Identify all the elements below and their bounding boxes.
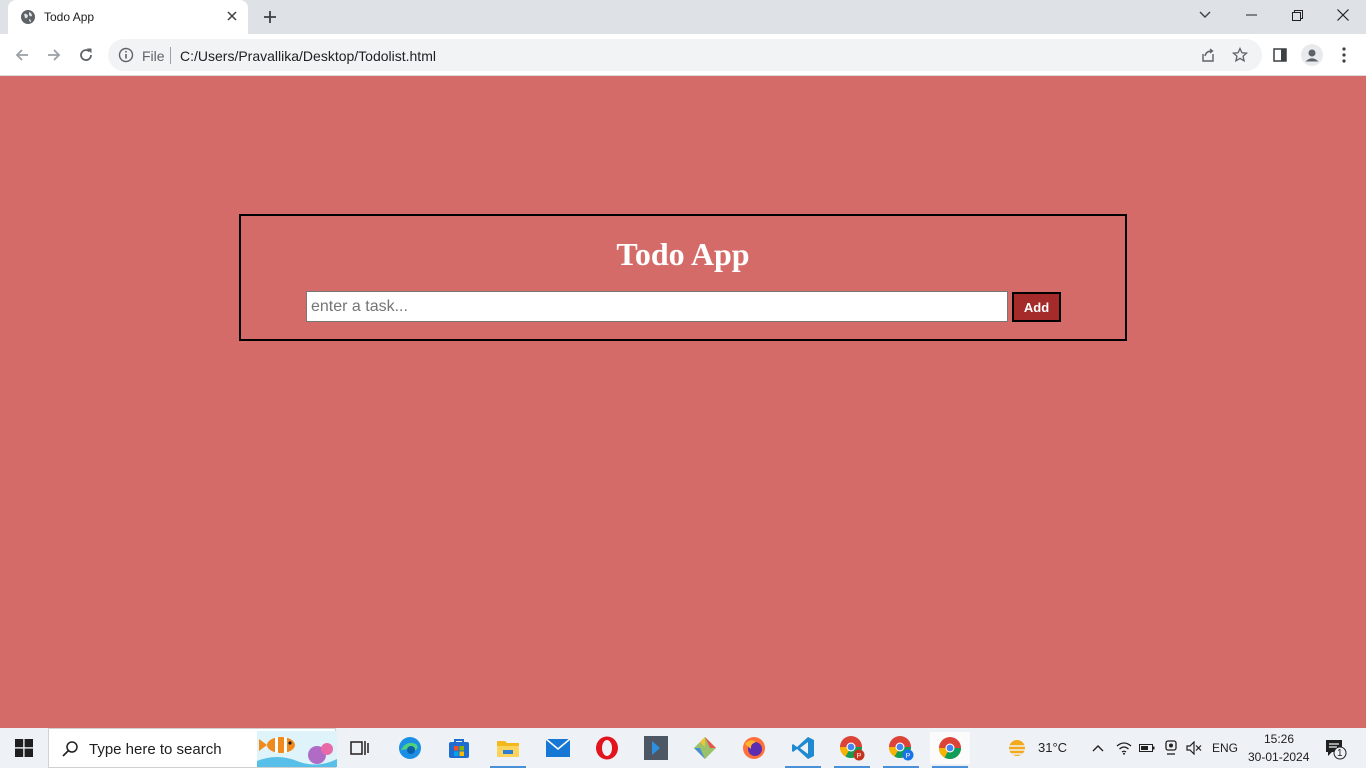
profile-avatar-icon[interactable] — [1300, 43, 1324, 67]
chevron-up-icon[interactable] — [1090, 740, 1106, 756]
tab-search-icon[interactable] — [1182, 0, 1228, 30]
browser-tab-bar: Todo App — [0, 0, 1366, 34]
clownfish-search-highlight-icon — [257, 731, 337, 767]
browser-tab[interactable]: Todo App — [8, 0, 248, 34]
bookmark-star-icon[interactable] — [1232, 47, 1248, 63]
task-view-icon[interactable] — [340, 732, 380, 764]
close-tab-icon[interactable] — [224, 8, 240, 24]
chrome-profile-p2-icon[interactable]: P — [881, 732, 921, 768]
scheme-label: File — [142, 48, 165, 64]
firefox-icon[interactable] — [734, 732, 774, 764]
page-title: Todo App — [616, 236, 750, 272]
file-explorer-icon[interactable] — [488, 732, 528, 768]
svg-text:P: P — [857, 753, 862, 760]
new-tab-icon[interactable] — [258, 5, 282, 29]
tab-title: Todo App — [44, 10, 95, 24]
app-icon[interactable] — [636, 732, 676, 764]
taskbar-search[interactable]: Type here to search — [48, 728, 337, 768]
forward-icon[interactable] — [40, 41, 68, 69]
menu-kebab-icon[interactable] — [1332, 43, 1356, 67]
restore-icon[interactable] — [1274, 0, 1320, 30]
address-bar[interactable]: File C:/Users/Pravallika/Desktop/Todolis… — [108, 39, 1262, 71]
search-placeholder: Type here to search — [89, 741, 222, 758]
clock-date[interactable]: 30-01-2024 — [1248, 750, 1309, 764]
search-icon — [62, 741, 78, 757]
share-icon[interactable] — [1200, 47, 1216, 63]
store-icon[interactable] — [439, 732, 479, 764]
weather-icon[interactable] — [1006, 738, 1028, 758]
opera-icon[interactable] — [587, 732, 627, 764]
wifi-icon[interactable] — [1116, 740, 1132, 756]
language-indicator[interactable]: ENG — [1212, 741, 1238, 755]
divider — [170, 47, 171, 64]
weather-temperature[interactable]: 31°C — [1038, 740, 1067, 755]
notification-count: 1 — [1337, 748, 1343, 759]
back-icon[interactable] — [8, 41, 36, 69]
windows-taskbar: Type here to search P P 31°C ENG 15:26 3… — [0, 728, 1366, 768]
vscode-icon[interactable] — [783, 732, 823, 768]
volume-muted-icon[interactable] — [1186, 740, 1202, 756]
svg-text:P: P — [906, 753, 911, 760]
side-panel-icon[interactable] — [1268, 43, 1292, 67]
info-icon[interactable] — [118, 47, 134, 63]
edge-icon[interactable] — [390, 732, 430, 764]
minimize-icon[interactable] — [1228, 0, 1274, 30]
mail-icon[interactable] — [538, 732, 578, 764]
todo-container: Todo App Add — [239, 214, 1127, 341]
close-window-icon[interactable] — [1320, 0, 1366, 30]
windows-start-icon[interactable] — [0, 728, 48, 768]
chrome-profile-p-icon[interactable]: P — [832, 732, 872, 768]
globe-icon — [21, 10, 35, 24]
meet-now-icon[interactable] — [1163, 740, 1179, 756]
chrome-icon[interactable] — [930, 732, 970, 768]
browser-toolbar: File C:/Users/Pravallika/Desktop/Todolis… — [0, 34, 1366, 76]
clock-time[interactable]: 15:26 — [1264, 732, 1294, 746]
notifications-icon[interactable] — [1324, 738, 1348, 760]
reload-icon[interactable] — [72, 41, 100, 69]
url-text[interactable]: C:/Users/Pravallika/Desktop/Todolist.htm… — [180, 48, 436, 64]
git-icon[interactable] — [685, 732, 725, 764]
task-input[interactable] — [306, 291, 1008, 322]
battery-icon[interactable] — [1139, 740, 1155, 756]
add-button[interactable]: Add — [1012, 292, 1061, 322]
